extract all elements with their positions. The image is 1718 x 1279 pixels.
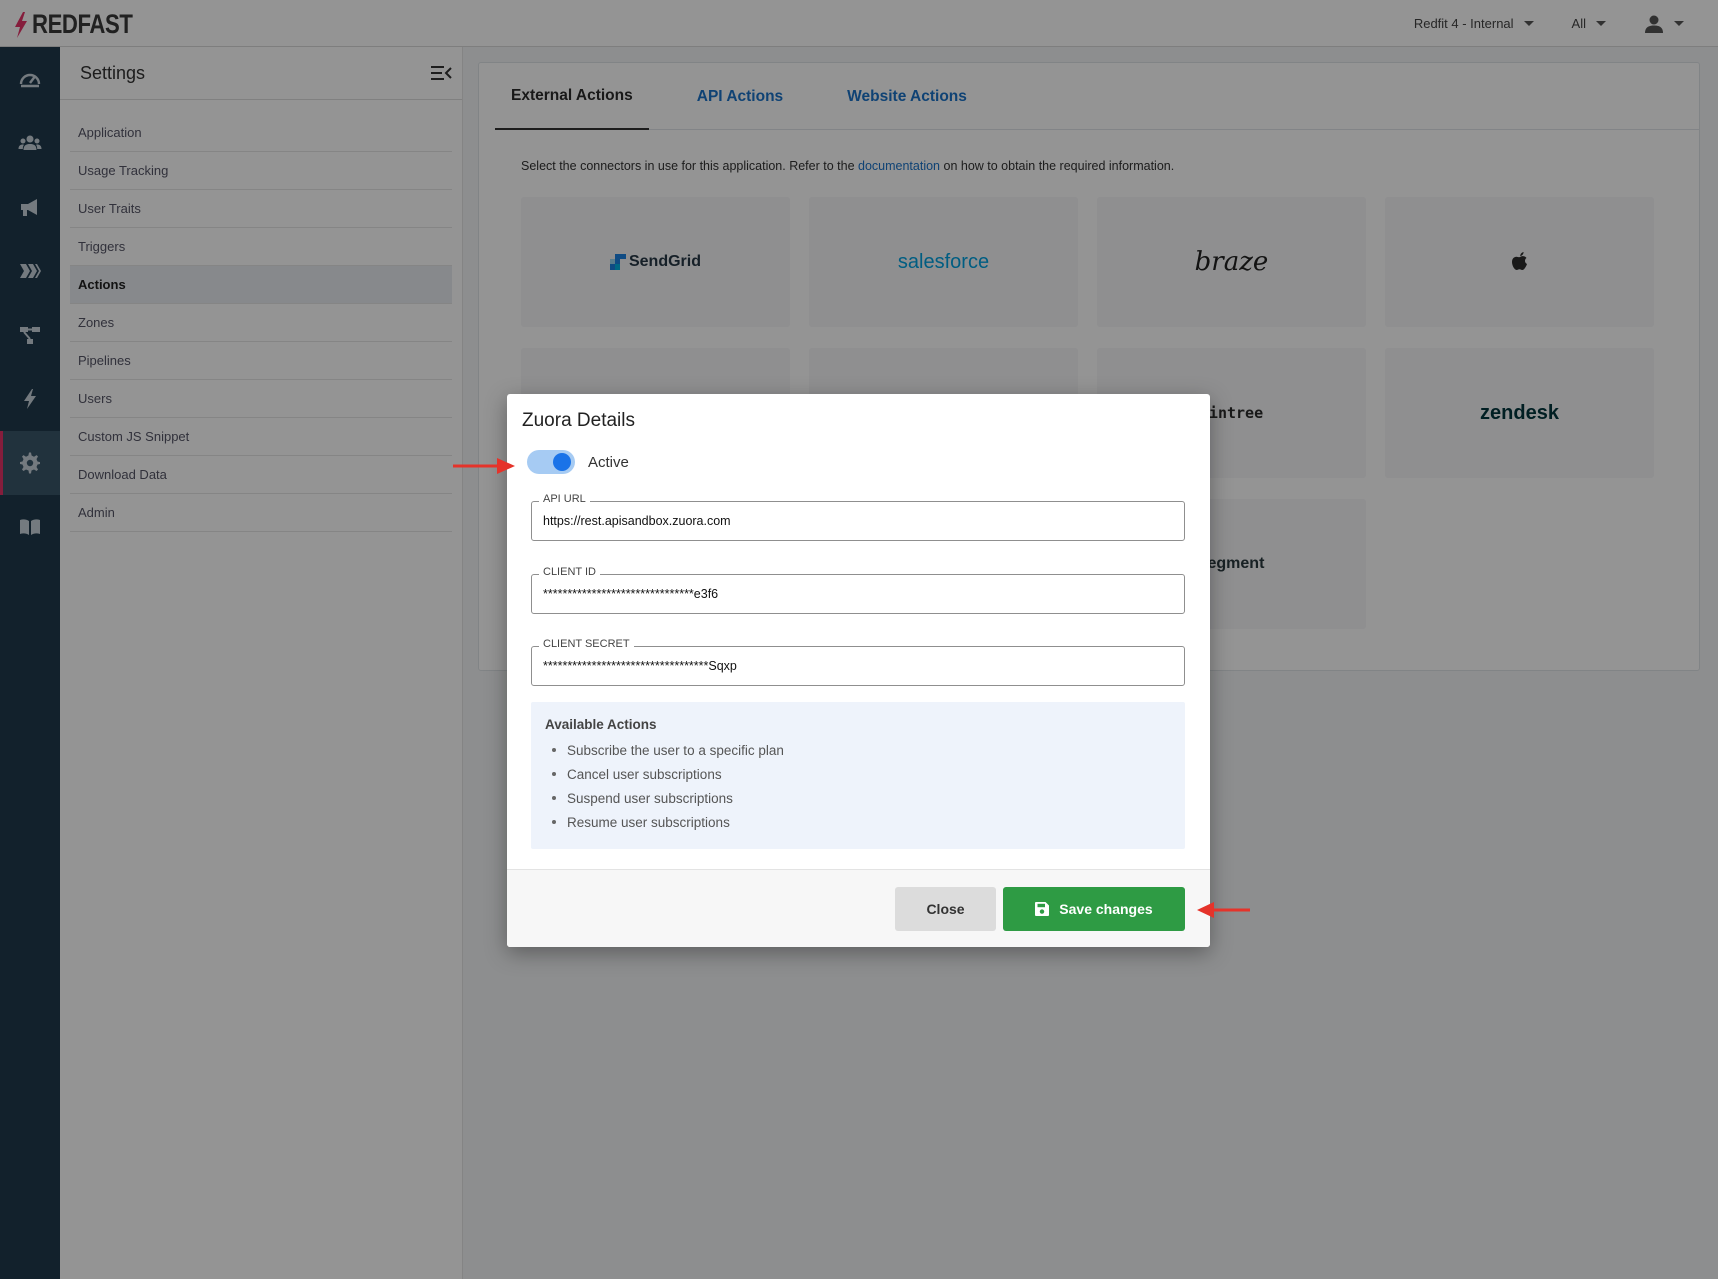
save-changes-label: Save changes [1059,901,1153,917]
save-icon [1035,902,1050,916]
client-id-field: CLIENT ID [531,566,1185,614]
modal-footer: Close Save changes [507,869,1210,947]
client-id-input[interactable] [532,575,1184,613]
api-url-field: API URL [531,493,1185,541]
save-changes-button[interactable]: Save changes [1003,887,1185,931]
zuora-details-modal: Zuora Details Active API URL CLIENT ID C… [507,394,1210,947]
annotation-arrow-right-icon [453,458,515,474]
available-actions-list: Subscribe the user to a specific plan Ca… [545,738,1171,834]
list-item: Resume user subscriptions [545,810,1171,834]
available-actions-title: Available Actions [545,717,657,732]
toggle-switch[interactable] [527,450,575,474]
list-item: Suspend user subscriptions [545,786,1171,810]
modal-title: Zuora Details [522,410,635,431]
annotation-arrow-left-icon [1197,902,1250,918]
toggle-label: Active [588,453,629,471]
active-toggle[interactable]: Active [527,450,629,474]
close-button[interactable]: Close [895,887,996,931]
available-actions-box: Available Actions Subscribe the user to … [531,702,1185,849]
list-item: Subscribe the user to a specific plan [545,738,1171,762]
client-secret-field: CLIENT SECRET [531,638,1185,686]
client-secret-input[interactable] [532,647,1184,685]
toggle-knob [553,453,571,471]
api-url-input[interactable] [532,502,1184,540]
list-item: Cancel user subscriptions [545,762,1171,786]
